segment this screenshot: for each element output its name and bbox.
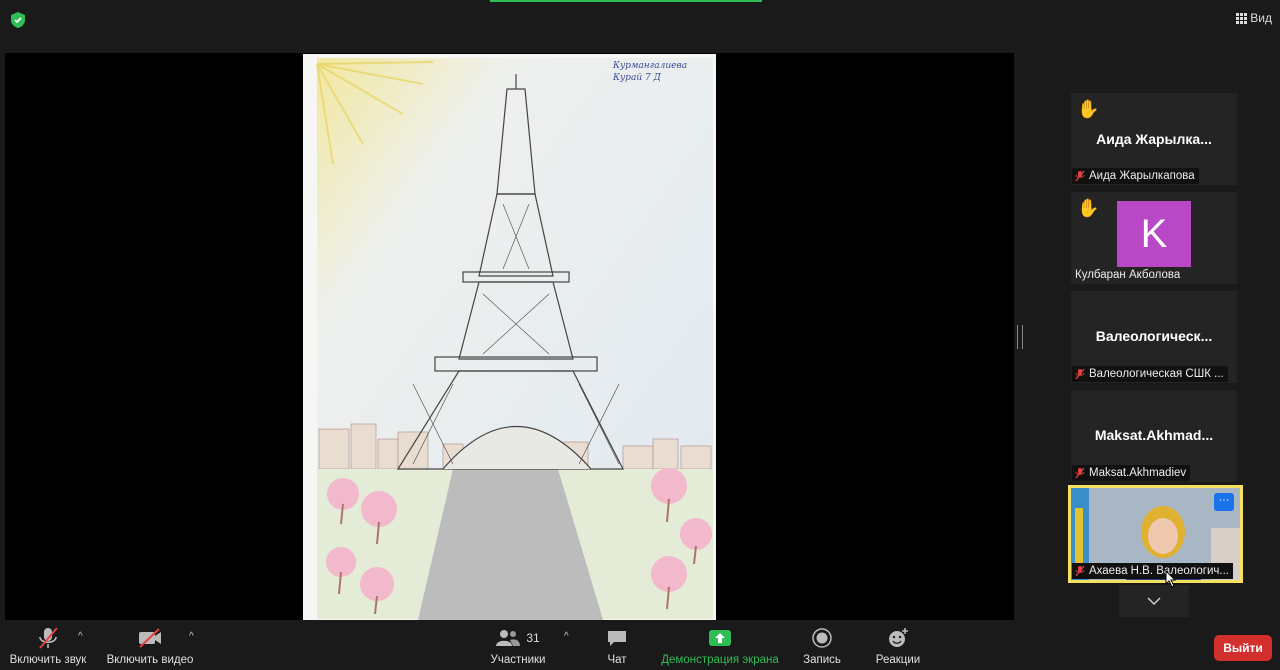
participant-name-label: Maksat.Akhmadiev [1072, 465, 1191, 481]
record-label: Запись [803, 654, 841, 666]
record-button[interactable]: Запись [800, 626, 844, 666]
participant-display-name: Аида Жарылка... [1096, 131, 1212, 147]
participants-icon [496, 630, 521, 646]
raised-hand-icon: ✋ [1077, 198, 1100, 218]
raised-hand-icon: ✋ [1077, 99, 1100, 119]
chevron-down-icon [1147, 597, 1161, 605]
video-options-caret-icon[interactable]: ^ [189, 631, 194, 642]
shield-icon[interactable] [10, 11, 26, 29]
drawing-eiffel-tower: Курмангалиева Курай 7 Д [303, 54, 716, 620]
reactions-button[interactable]: Реакции [874, 626, 922, 666]
participant-tile[interactable]: Maksat.Akhmad... Maksat.Akhmadiev [1071, 390, 1237, 482]
meeting-toolbar: Включить звук ^ Включить видео ^ 31 Учас… [0, 620, 1280, 670]
chat-button[interactable]: Чат [600, 626, 634, 666]
shared-screen[interactable]: Курмангалиева Курай 7 Д [5, 53, 1014, 620]
grid-icon [1236, 13, 1248, 24]
participant-name: Валеологическая СШК ... [1089, 368, 1224, 380]
participant-name: Ахаева Н.В. Валеологич... [1089, 565, 1229, 577]
participant-name: Кулбаран Акболова [1075, 269, 1181, 281]
share-screen-label: Демонстрация экрана [661, 654, 779, 666]
reactions-icon [889, 628, 908, 647]
top-bar: Вид [0, 0, 1280, 40]
chat-label: Чат [607, 654, 627, 666]
eiffel-drawing [316, 58, 713, 620]
scroll-down-button[interactable] [1119, 585, 1189, 617]
mic-muted-icon [39, 627, 58, 649]
start-video-label: Включить видео [106, 654, 194, 666]
mouse-cursor [1165, 570, 1177, 588]
participant-name: Аида Жарылкапова [1089, 170, 1195, 182]
view-label: Вид [1250, 11, 1272, 25]
participant-tile[interactable]: Валеологическ... Валеологическая СШК ... [1071, 291, 1237, 383]
avatar: K [1117, 201, 1191, 267]
share-screen-button[interactable]: Демонстрация экрана [660, 626, 780, 666]
participant-name-label: Кулбаран Акболова [1072, 267, 1184, 283]
panel-resize-handle[interactable] [1017, 325, 1023, 349]
more-options-button[interactable]: ··· [1214, 493, 1234, 511]
mic-muted-icon [1075, 368, 1085, 380]
participants-options-caret-icon[interactable]: ^ [564, 631, 569, 642]
participant-tile-active-speaker[interactable]: ··· Ахаева Н.В. Валеологич... [1068, 485, 1243, 583]
drawing-signature: Курмангалиева Курай 7 Д [613, 61, 688, 83]
participants-count: 31 [526, 631, 540, 645]
unmute-button[interactable]: Включить звук [8, 626, 88, 666]
mic-muted-icon [1075, 467, 1085, 479]
mic-muted-icon [1075, 170, 1085, 182]
chat-icon [608, 631, 626, 646]
unmute-label: Включить звук [9, 654, 87, 666]
share-screen-icon [709, 630, 731, 646]
share-indicator-bar [490, 0, 762, 2]
participant-name-label: Валеологическая СШК ... [1072, 366, 1228, 382]
participants-label: Участники [490, 654, 546, 666]
start-video-button[interactable]: Включить видео [106, 626, 194, 666]
audio-options-caret-icon[interactable]: ^ [78, 631, 83, 642]
participant-name-label: Аида Жарылкапова [1072, 168, 1199, 184]
view-button[interactable]: Вид [1236, 11, 1272, 25]
participant-display-name: Maksat.Akhmad... [1094, 427, 1214, 443]
participant-tile[interactable]: ✋ K Кулбаран Акболова [1071, 192, 1237, 284]
participant-tile[interactable]: ✋ Аида Жарылка... Аида Жарылкапова [1071, 93, 1237, 185]
participant-display-name: Валеологическ... [1095, 328, 1213, 344]
leave-meeting-button[interactable]: Выйти [1214, 635, 1272, 661]
video-off-icon [139, 628, 161, 648]
participants-button[interactable]: 31 Участники [490, 626, 546, 666]
reactions-label: Реакции [875, 654, 921, 666]
participant-name-label: Ахаева Н.В. Валеологич... [1072, 563, 1233, 579]
record-icon [812, 628, 832, 648]
mic-muted-icon [1075, 565, 1085, 577]
participant-name: Maksat.Akhmadiev [1089, 467, 1187, 479]
